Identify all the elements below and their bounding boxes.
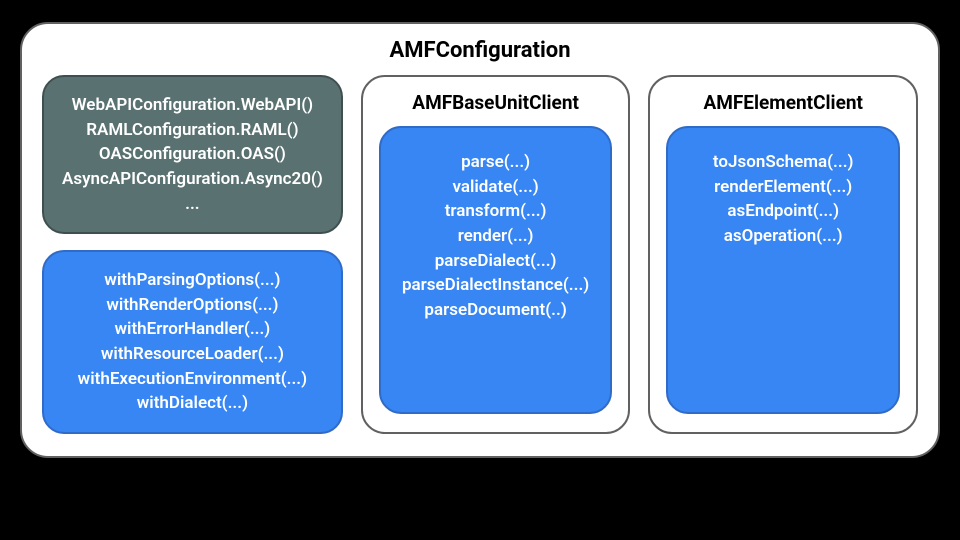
left-column: WebAPIConfiguration.WebAPI() RAMLConfigu…	[42, 75, 343, 434]
method-line: asOperation(...)	[724, 224, 843, 249]
builder-line: withExecutionEnvironment(...)	[62, 367, 323, 392]
method-line: validate(...)	[452, 175, 538, 200]
factory-line: OASConfiguration.OAS()	[62, 142, 323, 167]
builder-line: withDialect(...)	[62, 391, 323, 416]
factory-line: RAMLConfiguration.RAML()	[62, 118, 323, 143]
method-line: parseDialectInstance(...)	[402, 273, 589, 298]
amf-configuration-title: AMFConfiguration	[42, 38, 918, 63]
method-line: renderElement(...)	[714, 175, 852, 200]
builder-methods-card: withParsingOptions(...) withRenderOption…	[42, 250, 343, 434]
amf-configuration-container: AMFConfiguration WebAPIConfiguration.Web…	[20, 22, 940, 458]
element-client-methods-card: toJsonSchema(...) renderElement(...) asE…	[666, 126, 900, 414]
builder-line: withRenderOptions(...)	[62, 293, 323, 318]
builder-line: withErrorHandler(...)	[62, 317, 323, 342]
factory-line: AsyncAPIConfiguration.Async20()	[62, 167, 323, 192]
method-line: parseDocument(..)	[424, 298, 566, 323]
columns: WebAPIConfiguration.WebAPI() RAMLConfigu…	[42, 75, 918, 434]
method-line: asEndpoint(...)	[727, 199, 839, 224]
base-unit-client-section: AMFBaseUnitClient parse(...) validate(..…	[361, 75, 631, 434]
method-line: parse(...)	[461, 150, 530, 175]
base-unit-client-title: AMFBaseUnitClient	[379, 91, 613, 114]
method-line: render(...)	[458, 224, 534, 249]
factory-methods-card: WebAPIConfiguration.WebAPI() RAMLConfigu…	[42, 75, 343, 234]
base-unit-client-methods-card: parse(...) validate(...) transform(...) …	[379, 126, 613, 414]
builder-line: withParsingOptions(...)	[62, 268, 323, 293]
element-client-title: AMFElementClient	[666, 91, 900, 114]
method-line: transform(...)	[445, 199, 547, 224]
method-line: parseDialect(...)	[435, 249, 557, 274]
builder-line: withResourceLoader(...)	[62, 342, 323, 367]
method-line: toJsonSchema(...)	[713, 150, 854, 175]
factory-line: ...	[62, 192, 323, 217]
element-client-section: AMFElementClient toJsonSchema(...) rende…	[648, 75, 918, 434]
factory-line: WebAPIConfiguration.WebAPI()	[62, 93, 323, 118]
